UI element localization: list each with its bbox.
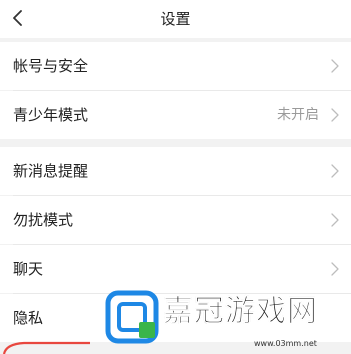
watermark: 嘉冠游戏网 www.03mm.net [97,288,351,354]
settings-item-chat[interactable]: 聊天 [0,245,351,293]
chevron-right-icon [331,262,339,276]
settings-item-new-message-notification[interactable]: 新消息提醒 [0,147,351,195]
settings-item-label: 帐号与安全 [13,57,89,75]
site-logo-icon [105,290,159,344]
settings-item-do-not-disturb[interactable]: 勿扰模式 [0,196,351,244]
settings-item-label: 青少年模式 [13,106,89,124]
page-title: 设置 [160,10,191,28]
settings-item-status: 未开启 [277,107,319,123]
header-bar: 设置 [0,0,351,38]
chevron-right-icon [331,213,339,227]
red-outline-decoration [2,341,90,354]
chevron-right-icon [331,164,339,178]
settings-item-label: 新消息提醒 [13,162,89,180]
chevron-right-icon [331,59,339,73]
settings-item-account-security[interactable]: 帐号与安全 [0,42,351,90]
watermark-text: 嘉冠游戏网 [163,294,318,330]
watermark-url: www.03mm.net [254,339,317,348]
chevron-right-icon [331,108,339,122]
settings-item-label: 勿扰模式 [13,211,74,229]
settings-item-label: 聊天 [13,260,44,278]
settings-item-youth-mode[interactable]: 青少年模式 未开启 [0,91,351,139]
